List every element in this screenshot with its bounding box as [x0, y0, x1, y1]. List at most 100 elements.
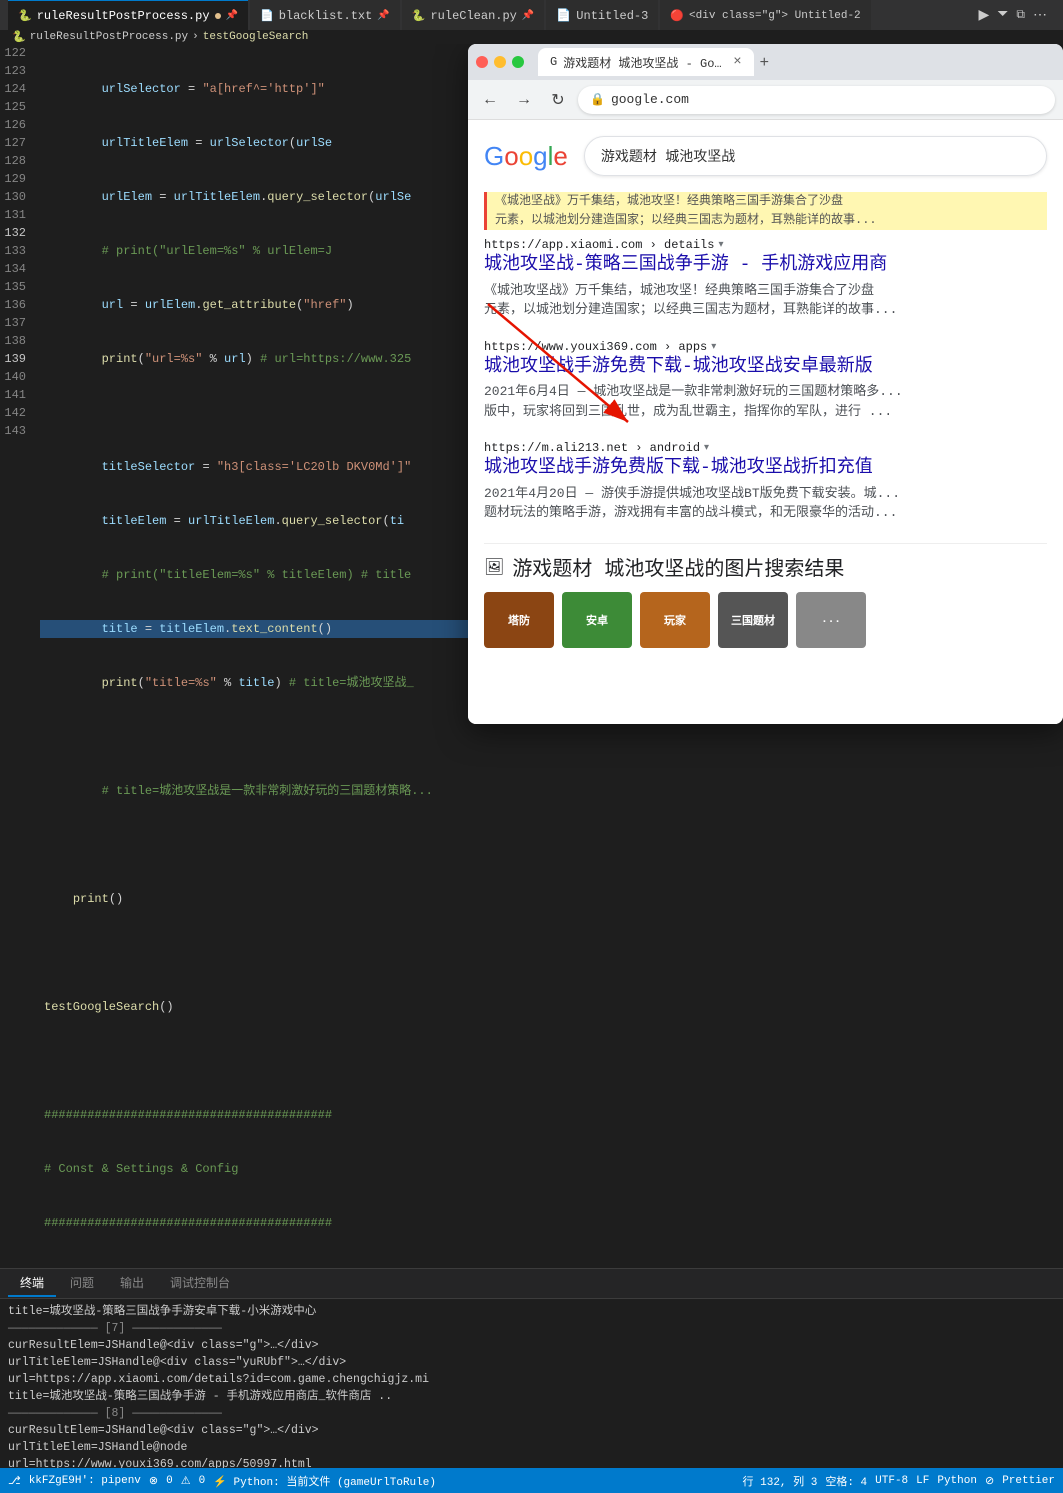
- status-bar: ⎇ kkFZgE9H': pipenv ⊗ 0 ⚠ 0 ⚡ Python: 当前…: [0, 1468, 1063, 1493]
- chrome-tab-active[interactable]: G 游戏题材 城池攻坚战 - Google 搜 ×: [538, 48, 754, 76]
- tab-blacklist[interactable]: 📄 blacklist.txt 📌: [250, 0, 400, 30]
- dropdown-arrow-2: ▾: [711, 341, 716, 353]
- warning-icon: ⚠: [181, 1474, 191, 1488]
- forward-button[interactable]: →: [510, 86, 538, 114]
- terminal-line-4: urlTitleElem=JSHandle@<div class="yuRUbf…: [8, 1354, 1055, 1371]
- image-icon: 🖼: [484, 557, 504, 577]
- thumb-1[interactable]: 塔防: [484, 592, 554, 648]
- formatter-icon: ⊘: [985, 1474, 994, 1488]
- breadcrumb: 🐍 ruleResultPostProcess.py › testGoogleS…: [0, 30, 1063, 44]
- result-title-3[interactable]: 城池攻坚战手游免费版下载-城池攻坚战折扣充值: [484, 457, 1047, 480]
- terminal-line-9: urlTitleElem=JSHandle@node: [8, 1439, 1055, 1456]
- problems-tab[interactable]: 问题: [58, 1270, 106, 1297]
- tab-rule-result[interactable]: 🐍 ruleResultPostProcess.py 📌: [8, 0, 248, 30]
- chrome-titlebar: G 游戏题材 城池攻坚战 - Google 搜 × +: [468, 44, 1063, 80]
- python-icon-2: 🐍: [412, 9, 426, 23]
- back-button[interactable]: ←: [476, 86, 504, 114]
- dropdown-arrow-3: ▾: [704, 442, 709, 454]
- chrome-tab-bar: G 游戏题材 城池攻坚战 - Google 搜 × +: [538, 48, 1055, 76]
- terminal-content: title=城攻坚战-策略三国战争手游安卓下载-小米游戏中心 —————————…: [0, 1299, 1063, 1469]
- terminal-line-1: title=城攻坚战-策略三国战争手游安卓下载-小米游戏中心: [8, 1303, 1055, 1320]
- thumb-5[interactable]: ...: [796, 592, 866, 648]
- tab-close-button[interactable]: ×: [733, 54, 741, 70]
- code-editor: 122 123 124 125 126 127 128 129 130 131 …: [0, 44, 472, 1268]
- file-icon: 📄: [556, 8, 571, 23]
- titlebar: 🐍 ruleResultPostProcess.py 📌 📄 blacklist…: [0, 0, 1063, 30]
- search-result-1: https://app.xiaomi.com › details ▾ 城池攻坚战…: [484, 238, 1047, 319]
- thumb-3[interactable]: 玩家: [640, 592, 710, 648]
- modified-dot: [215, 13, 221, 19]
- tab-div-g[interactable]: 🔴 <div class="g"> Untitled-2: [660, 0, 870, 30]
- menu-icon[interactable]: ⋯: [1033, 7, 1047, 24]
- lock-icon: 🔒: [590, 92, 605, 107]
- tab-untitled-3[interactable]: 📄 Untitled-3: [546, 0, 658, 30]
- terminal-tab[interactable]: 终端: [8, 1270, 56, 1297]
- python-icon: 🐍: [18, 9, 32, 23]
- refresh-button[interactable]: ↻: [544, 86, 572, 114]
- encoding-indicator[interactable]: UTF-8: [875, 1475, 908, 1487]
- google-favicon: G: [550, 55, 557, 69]
- chrome-close-button[interactable]: [476, 56, 488, 68]
- terminal-line-2: ————————————— [7] —————————————: [8, 1320, 1055, 1337]
- line-numbers: 122 123 124 125 126 127 128 129 130 131 …: [0, 44, 40, 1268]
- output-tab[interactable]: 输出: [108, 1270, 156, 1297]
- branch-icon: ⎇: [8, 1474, 21, 1488]
- code-text: urlSelector = "a[href^='http']" urlTitle…: [40, 44, 472, 1268]
- formatter-indicator[interactable]: Prettier: [1002, 1475, 1055, 1487]
- git-branch: kkFZgE9H': pipenv: [29, 1475, 141, 1487]
- result-desc-2: 2021年6月4日 — 城池攻坚战是一款非常刺激好玩的三国题材策略多...版中，…: [484, 382, 1047, 421]
- result-url-2: https://www.youxi369.com › apps ▾: [484, 340, 1047, 354]
- python-label[interactable]: ⚡ Python: 当前文件 (gameUrlToRule): [213, 1473, 436, 1489]
- google-page[interactable]: Google 游戏题材 城池攻坚战 《城池坚战》万千集结，城池攻坚！经典策略三国…: [468, 120, 1063, 724]
- line-ending-indicator[interactable]: LF: [916, 1475, 929, 1487]
- snippet-text: 《城池坚战》万千集结，城池攻坚！经典策略三国手游集合了沙盘 元素，以城池划分建造…: [484, 192, 1047, 230]
- dropdown-arrow-1: ▾: [718, 239, 723, 251]
- status-right: 行 132, 列 3 空格: 4 UTF-8 LF Python ⊘ Prett…: [743, 1473, 1055, 1489]
- tab-rule-clean[interactable]: 🐍 ruleClean.py 📌: [402, 0, 545, 30]
- terminal-panel: 终端 问题 输出 调试控制台 title=城攻坚战-策略三国战争手游安卓下载-小…: [0, 1268, 1063, 1468]
- terminal-line-7: ————————————— [8] —————————————: [8, 1405, 1055, 1422]
- result-desc-3: 2021年4月20日 — 游侠手游提供城池攻坚战BT版免费下载安装。城...题材…: [484, 484, 1047, 523]
- editor-section: 122 123 124 125 126 127 128 129 130 131 …: [0, 44, 1063, 1268]
- run-icon[interactable]: ▶: [978, 7, 989, 24]
- google-logo: Google: [484, 141, 568, 172]
- pin-icon-2: 📌: [377, 10, 389, 22]
- result-url-1: https://app.xiaomi.com › details ▾: [484, 238, 1047, 252]
- chrome-toolbar: ← → ↻ 🔒 google.com: [468, 80, 1063, 120]
- lightning-icon: ⚡: [213, 1477, 227, 1489]
- debug-console-tab[interactable]: 调试控制台: [158, 1270, 242, 1297]
- language-indicator[interactable]: Python: [937, 1475, 977, 1487]
- google-search-input[interactable]: 游戏题材 城池攻坚战: [584, 136, 1047, 176]
- txt-icon: 📄: [260, 9, 274, 23]
- status-left: ⎇ kkFZgE9H': pipenv ⊗ 0 ⚠ 0 ⚡ Python: 当前…: [8, 1473, 436, 1489]
- result-desc-1: 《城池攻坚战》万千集结，城池攻坚！经典策略三国手游集合了沙盘元素，以城池划分建造…: [484, 281, 1047, 320]
- error-icon: ⊗: [149, 1474, 158, 1488]
- debug-icon[interactable]: ⏷: [997, 7, 1008, 23]
- terminal-line-8: curResultElem=JSHandle@<div class="g">…<…: [8, 1422, 1055, 1439]
- thumb-4[interactable]: 三国题材: [718, 592, 788, 648]
- image-thumbnails: 塔防 安卓 玩家 三国题材 ..: [484, 592, 1047, 648]
- google-header: Google 游戏题材 城池攻坚战: [484, 120, 1047, 192]
- new-tab-button[interactable]: +: [756, 50, 773, 76]
- chrome-minimize-button[interactable]: [494, 56, 506, 68]
- address-bar[interactable]: 🔒 google.com: [578, 86, 1055, 114]
- warning-count: 0: [199, 1475, 206, 1487]
- result-title-2[interactable]: 城池攻坚战手游免费下载-城池攻坚战安卓最新版: [484, 356, 1047, 379]
- spaces-indicator[interactable]: 空格: 4: [825, 1473, 867, 1489]
- error-count: 0: [166, 1475, 173, 1487]
- terminal-line-6: title=城池攻坚战-策略三国战争手游 - 手机游戏应用商店_软件商店 ..: [8, 1388, 1055, 1405]
- terminal-tabs: 终端 问题 输出 调试控制台: [0, 1269, 1063, 1299]
- html-icon: 🔴: [670, 9, 684, 23]
- result-title-1[interactable]: 城池攻坚战-策略三国战争手游 - 手机游戏应用商: [484, 254, 1047, 277]
- terminal-line-5: url=https://app.xiaomi.com/details?id=co…: [8, 1371, 1055, 1388]
- python-file-icon: 🐍: [12, 30, 26, 44]
- editor-terminal-area: 122 123 124 125 126 127 128 129 130 131 …: [0, 44, 1063, 1493]
- position-indicator[interactable]: 行 132, 列 3: [743, 1473, 818, 1489]
- images-section: 🖼 游戏题材 城池攻坚战的图片搜索结果 塔防 安卓 玩家: [484, 543, 1047, 648]
- split-icon[interactable]: ⧉: [1016, 8, 1025, 22]
- pin-icon-3: 📌: [522, 10, 534, 22]
- thumb-2[interactable]: 安卓: [562, 592, 632, 648]
- result-url-3: https://m.ali213.net › android ▾: [484, 441, 1047, 455]
- search-result-3: https://m.ali213.net › android ▾ 城池攻坚战手游…: [484, 441, 1047, 522]
- chrome-maximize-button[interactable]: [512, 56, 524, 68]
